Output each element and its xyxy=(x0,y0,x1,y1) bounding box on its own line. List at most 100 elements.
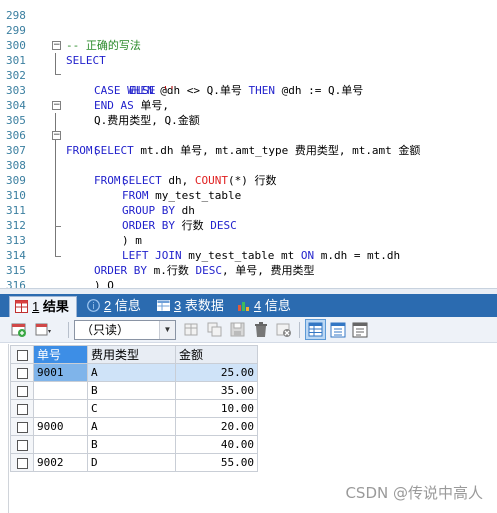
code-line: 308 SELECT dh, COUNT(*) 行数 xyxy=(0,143,497,187)
cell-amount[interactable]: 20.00 xyxy=(175,417,258,436)
tab-table-data[interactable]: 3 表数据 xyxy=(152,296,230,316)
refresh-icon[interactable] xyxy=(10,321,28,339)
code-line: 312 ) m xyxy=(0,203,497,247)
cancel-changes-icon[interactable] xyxy=(275,321,293,339)
info-chart-icon xyxy=(238,302,249,311)
row-select-cell[interactable] xyxy=(10,453,34,472)
row-select-cell[interactable] xyxy=(10,363,34,382)
sql-editor[interactable]: 298 299 -- 正确的写法 300 SELECT 301 − CASE W… xyxy=(0,0,497,288)
code-line: 305 − FROM( xyxy=(0,98,497,158)
code-line: 311 ORDER BY 行数 DESC xyxy=(0,188,497,232)
table-row[interactable]: 9002 D 55.00 xyxy=(10,453,258,472)
grid-header-row: 单号 费用类型 金额 xyxy=(10,345,258,364)
checkbox[interactable] xyxy=(16,421,28,433)
code-line: 307 − FROM( xyxy=(0,128,497,188)
results-panel: 1 结果 i 2 信息 3 表数据 4 信息 （只读） ▼ 单号 费用类型 金额… xyxy=(0,288,497,513)
toolbar-separator xyxy=(68,322,69,338)
table-data-icon xyxy=(157,300,170,311)
duplicate-row-icon[interactable] xyxy=(206,321,224,339)
tab-number: 4 xyxy=(254,298,262,313)
code-line: 304 Q.费用类型, Q.金额 xyxy=(0,83,497,127)
table-row[interactable]: B 40.00 xyxy=(10,435,258,454)
cell-type[interactable]: B xyxy=(87,435,176,454)
cell-type[interactable]: A xyxy=(87,417,176,436)
result-toolbar: （只读） ▼ xyxy=(0,317,497,343)
form-view-icon[interactable] xyxy=(329,321,347,339)
info-icon: i xyxy=(87,299,100,312)
save-icon[interactable] xyxy=(229,321,247,339)
mode-select-value: （只读） xyxy=(81,323,130,337)
code-line: 310 GROUP BY dh xyxy=(0,173,497,217)
row-select-cell[interactable] xyxy=(10,381,34,400)
cell-type[interactable]: C xyxy=(87,399,176,418)
cell-dh[interactable]: 9000 xyxy=(33,417,88,436)
cell-type[interactable]: D xyxy=(87,453,176,472)
tab-label: 表数据 xyxy=(184,298,224,313)
tab-number: 2 xyxy=(104,298,112,313)
table-row[interactable]: 9000 A 20.00 xyxy=(10,417,258,436)
cell-type[interactable]: B xyxy=(87,381,176,400)
tab-info[interactable]: i 2 信息 xyxy=(82,296,148,316)
code-line: 302 ELSE '' xyxy=(0,53,497,97)
cell-amount[interactable]: 25.00 xyxy=(175,363,258,382)
result-tabbar: 1 结果 i 2 信息 3 表数据 4 信息 xyxy=(0,294,497,317)
cell-dh[interactable]: 9002 xyxy=(33,453,88,472)
tab-label: 信息 xyxy=(114,298,141,313)
cell-amount[interactable]: 10.00 xyxy=(175,399,258,418)
column-header[interactable]: 金额 xyxy=(175,345,258,364)
result-grid-icon xyxy=(15,300,28,313)
code-line: 316 LEFT JOIN (SELECT @dh := '') p ON 1=… xyxy=(0,263,497,288)
export-icon[interactable] xyxy=(34,321,52,339)
checkbox[interactable] xyxy=(16,403,28,415)
code-line: 301 − CASE WHEN @dh <> Q.单号 THEN @dh := … xyxy=(0,38,497,98)
fold-toggle-icon[interactable]: − xyxy=(52,131,61,140)
code-line: 314 ORDER BY m.行数 DESC, 单号, 费用类型 xyxy=(0,233,497,277)
cell-amount[interactable]: 55.00 xyxy=(175,453,258,472)
row-select-cell[interactable] xyxy=(10,435,34,454)
cell-amount[interactable]: 40.00 xyxy=(175,435,258,454)
chevron-down-icon: ▼ xyxy=(159,321,175,339)
cell-type[interactable]: A xyxy=(87,363,176,382)
insert-row-icon[interactable] xyxy=(183,321,201,339)
tab-info-2[interactable]: 4 信息 xyxy=(232,296,300,316)
text-view-icon[interactable] xyxy=(351,321,369,339)
table-row[interactable]: C 10.00 xyxy=(10,399,258,418)
readonly-mode-select[interactable]: （只读） ▼ xyxy=(74,320,176,340)
checkbox[interactable] xyxy=(16,385,28,397)
column-header[interactable]: 费用类型 xyxy=(87,345,176,364)
tab-results[interactable]: 1 结果 xyxy=(9,296,77,317)
tab-label: 信息 xyxy=(264,298,291,313)
cell-dh[interactable]: 9001 xyxy=(33,363,88,382)
code-line: 300 SELECT xyxy=(0,23,497,67)
cell-dh[interactable] xyxy=(33,381,88,400)
table-row[interactable]: B 35.00 xyxy=(10,381,258,400)
fold-toggle-icon[interactable]: − xyxy=(52,101,61,110)
code-line: 299 -- 正确的写法 xyxy=(0,8,497,52)
tab-number: 1 xyxy=(32,299,40,314)
row-select-cell[interactable] xyxy=(10,417,34,436)
cell-dh[interactable] xyxy=(33,435,88,454)
code-line: 298 xyxy=(0,0,497,22)
result-grid: 单号 费用类型 金额 9001 A 25.00 B 35.00 C 10.00 … xyxy=(10,345,258,472)
code-line: 315 ) Q xyxy=(0,248,497,288)
delete-icon[interactable] xyxy=(252,321,270,339)
row-select-cell[interactable] xyxy=(10,399,34,418)
table-row[interactable]: 9001 A 25.00 xyxy=(10,363,258,382)
code-line: 317 xyxy=(0,278,497,288)
grid-view-icon[interactable] xyxy=(305,319,326,340)
tab-number: 3 xyxy=(174,298,182,313)
cell-dh[interactable] xyxy=(33,399,88,418)
checkbox[interactable] xyxy=(16,439,28,451)
column-header[interactable]: 单号 xyxy=(33,345,88,364)
checkbox[interactable] xyxy=(16,367,28,379)
grid-border xyxy=(8,344,9,513)
checkbox[interactable] xyxy=(16,349,28,361)
checkbox[interactable] xyxy=(16,457,28,469)
cell-amount[interactable]: 35.00 xyxy=(175,381,258,400)
code-line: 309 FROM my_test_table xyxy=(0,158,497,202)
select-all-cell[interactable] xyxy=(10,345,34,364)
tab-label: 结果 xyxy=(42,299,69,314)
fold-toggle-icon[interactable]: − xyxy=(52,41,61,50)
code-line: 306 SELECT mt.dh 单号, mt.amt_type 费用类型, m… xyxy=(0,113,497,157)
watermark: CSDN @传说中高人 xyxy=(345,484,483,502)
